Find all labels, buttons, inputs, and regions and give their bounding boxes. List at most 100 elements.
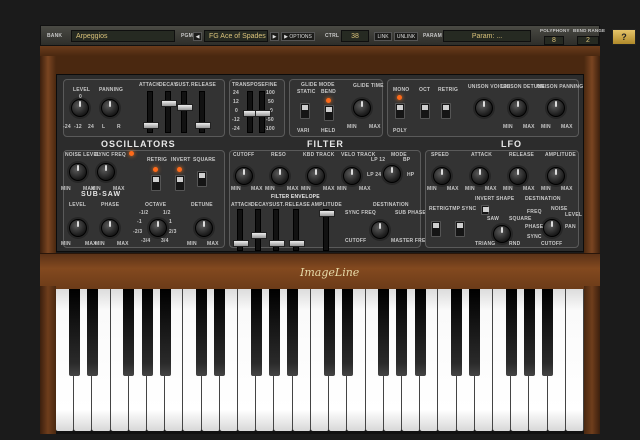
octave-label: OCTAVE [145,202,167,208]
fader-cap[interactable] [269,240,285,247]
help-button[interactable]: ? [612,29,636,45]
oct-switch[interactable] [420,103,430,119]
min-label: MIN [61,186,71,192]
unison-voices-knob[interactable] [475,99,493,117]
black-key[interactable] [378,289,390,376]
mono-poly-switch[interactable] [395,103,405,119]
black-key[interactable] [141,289,153,376]
black-key[interactable] [214,289,226,376]
glide-time-knob[interactable] [353,99,371,117]
fader-cap[interactable] [319,210,335,217]
fader-cap[interactable] [255,110,271,117]
link-button[interactable]: LINK [374,32,392,41]
black-key[interactable] [268,289,280,376]
amp-release-label: RELEASE [191,82,217,88]
pan-tick: L [102,124,106,130]
black-key[interactable] [123,289,135,376]
fader-cap[interactable] [289,240,305,247]
lfo-release-knob[interactable] [509,167,527,185]
noise-level-knob[interactable] [69,163,87,181]
held-label: HELD [321,128,336,134]
min-label: MIN [301,186,311,192]
options-button[interactable]: ▶ OPTIONS [281,32,315,41]
detune-knob[interactable] [195,219,213,237]
black-key[interactable] [414,289,426,376]
glide-static-switch[interactable] [300,103,310,119]
ctrl-value[interactable]: 38 [341,30,369,42]
lfo-invert-switch[interactable] [481,205,489,215]
black-key[interactable] [396,289,408,376]
fenv-sust-fader[interactable] [269,209,285,251]
lfo-amplitude-knob[interactable] [547,167,565,185]
black-key[interactable] [341,289,353,376]
white-key[interactable] [565,289,584,431]
polyphony-value[interactable]: 8 [544,36,564,45]
fader-cap[interactable] [177,104,193,111]
wood-key-cheek-left [40,286,56,434]
options-arrow-icon: ▶ [284,34,288,40]
fenv-amplitude-fader[interactable] [319,209,335,251]
top-toolbar: BANK Arpeggios PGM ◀ FG Ace of Spades ▶ … [40,25,636,46]
cutoff-knob[interactable] [235,167,253,185]
fine-fader[interactable] [255,91,271,133]
master-level-knob[interactable] [71,99,89,117]
unison-panning-knob[interactable] [547,99,565,117]
program-select[interactable]: FG Ace of Spades [204,30,268,42]
lfo-speed-knob[interactable] [433,167,451,185]
sub-level-knob[interactable] [69,219,87,237]
velo-track-knob[interactable] [343,167,361,185]
osc-invert-switch[interactable] [175,175,185,191]
transpose-fader[interactable] [243,91,259,133]
glide-bend-switch[interactable] [324,105,334,121]
black-key[interactable] [86,289,98,376]
lfo-retrig-switch[interactable] [431,221,441,237]
amp-sust-fader[interactable] [177,91,193,133]
black-key[interactable] [68,289,80,376]
fenv-decay-fader[interactable] [251,209,267,251]
fader-cap[interactable] [161,100,177,107]
fader-cap[interactable] [251,232,267,239]
sub-phase-knob[interactable] [101,219,119,237]
osc-square-switch[interactable] [197,171,207,187]
black-key[interactable] [542,289,554,376]
fader-cap[interactable] [233,240,249,247]
bank-select[interactable]: Arpeggios [71,30,175,42]
amp-release-fader[interactable] [195,91,211,133]
fenv-attack-fader[interactable] [233,209,249,251]
amp-decay-fader[interactable] [161,91,177,133]
unlink-button[interactable]: UNLINK [394,32,418,41]
filter-destination-knob[interactable] [371,221,389,239]
black-key[interactable] [469,289,481,376]
vari-label: VARI [297,128,310,134]
invert-shape-label: INVERT SHAPE [475,196,515,202]
master-panning-knob[interactable] [101,99,119,117]
black-key[interactable] [196,289,208,376]
fenv-release-fader[interactable] [289,209,305,251]
osc-retrig-switch[interactable] [151,175,161,191]
program-prev-button[interactable]: ◀ [193,32,202,41]
filter-mode-knob[interactable] [383,165,401,183]
octave-knob[interactable] [149,219,167,237]
bend-range-value[interactable]: 2 [577,36,599,45]
amp-attack-fader[interactable] [143,91,159,133]
black-key[interactable] [159,289,171,376]
black-key[interactable] [287,289,299,376]
black-key[interactable] [505,289,517,376]
lfo-release-label: RELEASE [509,152,535,158]
kbd-track-knob[interactable] [307,167,325,185]
unison-detune-knob[interactable] [509,99,527,117]
lfo-tmp-sync-switch[interactable] [455,221,465,237]
fader-cap[interactable] [195,122,211,129]
black-key[interactable] [323,289,335,376]
lfo-destination-knob[interactable] [543,219,561,237]
program-next-button[interactable]: ▶ [270,32,279,41]
black-key[interactable] [451,289,463,376]
fine-tick: -50 [266,117,274,123]
osc-sync-freq-knob[interactable] [97,163,115,181]
reso-knob[interactable] [271,167,289,185]
master-retrig-switch[interactable] [441,103,451,119]
black-key[interactable] [250,289,262,376]
lfo-attack-knob[interactable] [471,167,489,185]
black-key[interactable] [523,289,535,376]
fader-cap[interactable] [143,122,159,129]
